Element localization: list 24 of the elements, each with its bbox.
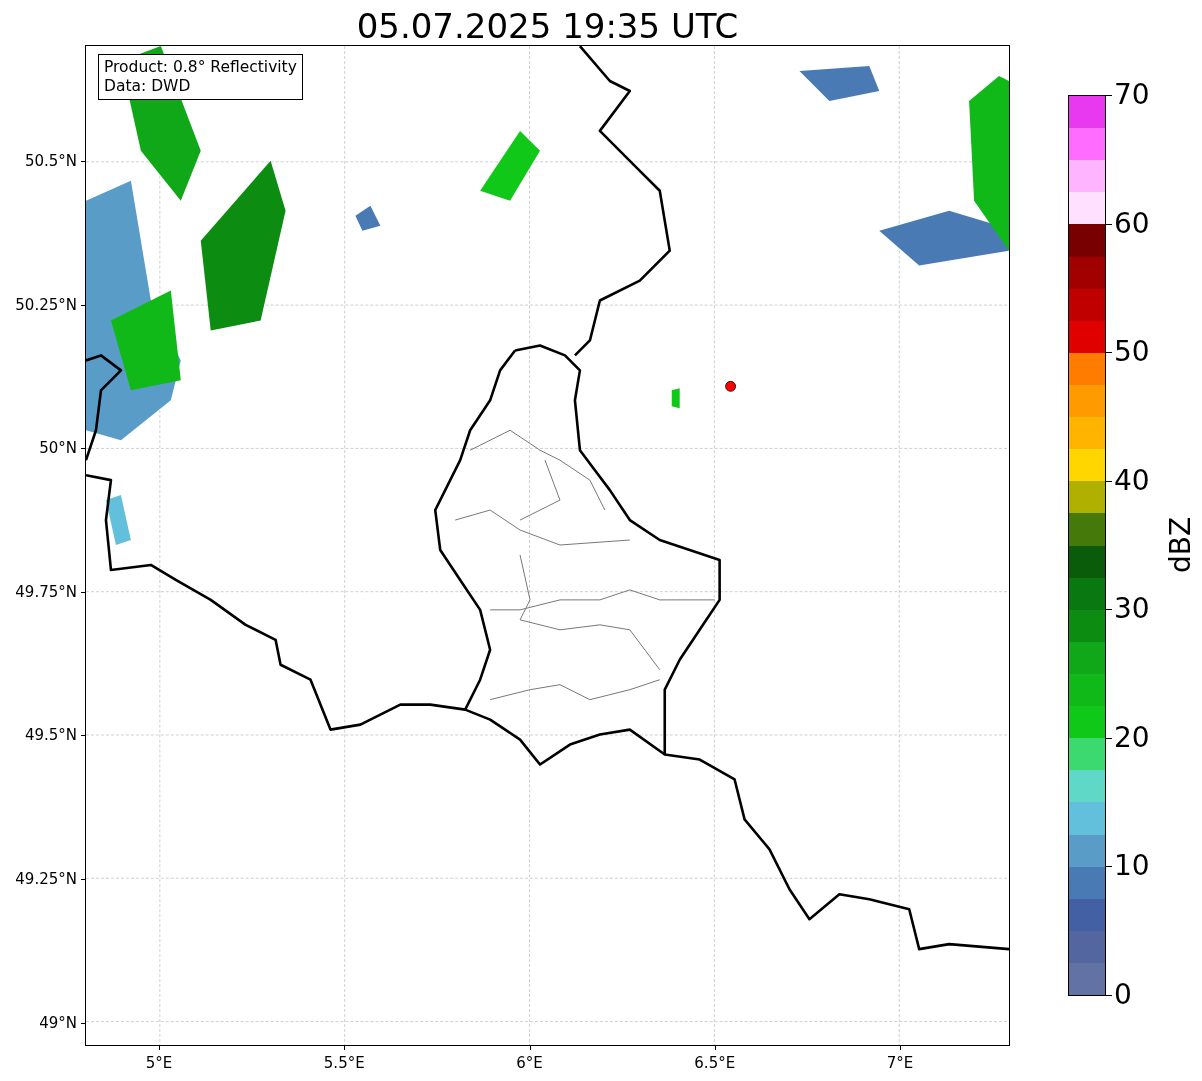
axis-tick-label: 50°N: [39, 439, 77, 458]
axis-tick-label: 49.75°N: [15, 582, 77, 601]
axis-tick-label: 49°N: [39, 1013, 77, 1032]
colorbar-tick-label: 30: [1114, 594, 1150, 625]
colorbar-tick-label: 70: [1114, 80, 1150, 110]
axis-tick-label: 5.5°E: [323, 1054, 365, 1072]
colorbar-tick-label: 0: [1114, 980, 1132, 1010]
axis-tick-label: 50.5°N: [24, 152, 77, 170]
axis-tick-label: 49.25°N: [15, 870, 77, 888]
legend-text: Product: 0.8° Reflectivity: [104, 58, 297, 77]
legend-text: Data: DWD: [104, 77, 192, 96]
axis-tick-label: 49.5°N: [24, 726, 77, 745]
axis-tick-label: 7°E: [886, 1054, 914, 1072]
axis-tick-label: 5°E: [145, 1054, 173, 1072]
colorbar-tick-label: 60: [1114, 208, 1150, 239]
colorbar-tick-label: 10: [1114, 851, 1150, 882]
axis-tick-label: 50.25°N: [15, 295, 77, 314]
axis-tick-label: 6°E: [516, 1054, 543, 1072]
axis-tick-label: 6.5°E: [694, 1054, 736, 1072]
colorbar-title: dBZ: [1163, 516, 1197, 574]
plot-title: 05.07.2025 19:35 UTC: [355, 5, 740, 45]
colorbar-tick-label: 20: [1114, 722, 1150, 753]
colorbar-tick-label: 50: [1114, 337, 1150, 368]
colorbar-tick-label: 40: [1114, 465, 1150, 496]
